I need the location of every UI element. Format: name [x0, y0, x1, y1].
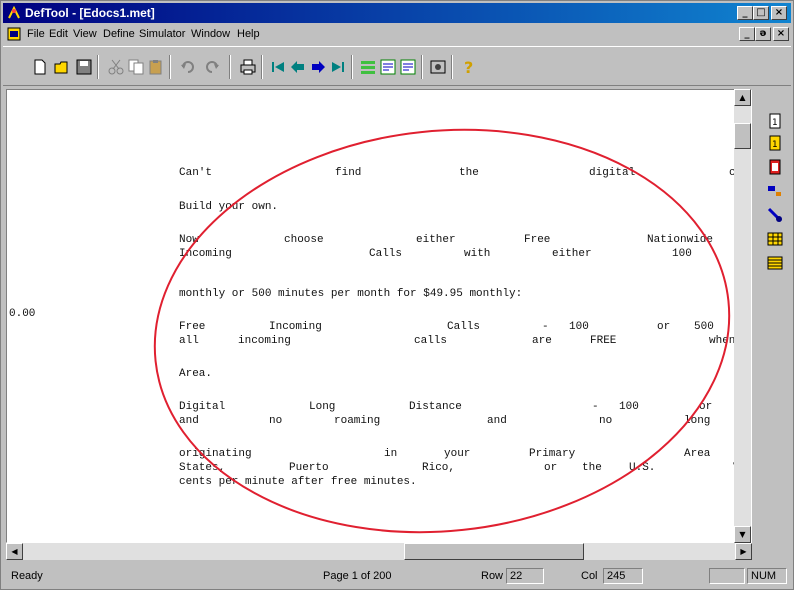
status-ready: Ready — [11, 570, 43, 582]
document-pane[interactable]: 0.00 Can't find the digital cal Build yo… — [6, 89, 752, 543]
connect-icon[interactable] — [767, 207, 783, 223]
toolbar-separator — [261, 55, 263, 79]
menu-simulator[interactable]: Simulator — [139, 28, 185, 40]
status-num: NUM — [747, 568, 787, 584]
print-icon[interactable] — [239, 58, 257, 76]
svg-text:1: 1 — [772, 118, 778, 128]
highlight-page-icon[interactable]: 1 — [767, 135, 783, 151]
toolbar-separator — [351, 55, 353, 79]
toolbar-separator — [169, 55, 171, 79]
page-icon[interactable]: 1 — [767, 113, 783, 129]
scroll-left-button[interactable]: ◀ — [6, 543, 23, 560]
vertical-scroll-thumb[interactable] — [734, 123, 751, 149]
maximize-button[interactable]: □ — [753, 6, 769, 20]
status-row: 22 — [506, 568, 544, 584]
vertical-scrollbar[interactable]: ▲ ▼ — [734, 89, 751, 543]
app-icon — [8, 6, 20, 19]
toolbar-separator — [451, 55, 453, 79]
close-button[interactable]: × — [771, 6, 787, 20]
prev-icon[interactable] — [289, 58, 307, 76]
new-icon[interactable] — [31, 58, 49, 76]
status-row-label: Row — [481, 570, 504, 582]
grid-icon[interactable] — [767, 255, 783, 271]
svg-text:?: ? — [464, 58, 473, 76]
toolbar-separator — [97, 55, 99, 79]
horizontal-scroll-thumb[interactable] — [404, 543, 584, 560]
application-window: DefTool - [Edocs1.met] _ □ × File Edit V… — [0, 0, 794, 590]
help-icon[interactable]: ? — [459, 58, 477, 76]
paste-icon[interactable] — [147, 58, 165, 76]
status-empty-panel — [709, 568, 745, 584]
save-icon[interactable] — [75, 58, 93, 76]
status-page: Page 1 of 200 — [323, 570, 392, 582]
menu-help[interactable]: Help — [237, 28, 260, 40]
doc-restore-button[interactable]: ǝ — [755, 27, 771, 41]
table-icon[interactable] — [767, 231, 783, 247]
image-icon[interactable] — [429, 58, 447, 76]
annotation-ellipse — [153, 128, 731, 534]
scroll-down-button[interactable]: ▼ — [734, 526, 751, 543]
menu-window[interactable]: Window — [191, 28, 230, 40]
find-next-icon[interactable] — [399, 58, 417, 76]
open-icon[interactable] — [53, 58, 71, 76]
toolbar-separator — [229, 55, 231, 79]
copy-icon[interactable] — [127, 58, 145, 76]
list-icon[interactable] — [359, 58, 377, 76]
status-col-label: Col — [581, 570, 598, 582]
window-title: DefTool - [Edocs1.met] — [25, 6, 155, 20]
status-col: 245 — [603, 568, 643, 584]
toolbar: ? — [3, 46, 791, 86]
minimize-button[interactable]: _ — [737, 6, 753, 20]
menu-define[interactable]: Define — [103, 28, 135, 40]
doc-minimize-button[interactable]: _ — [739, 27, 755, 41]
title-bar: DefTool - [Edocs1.met] _ □ × — [3, 3, 791, 23]
redo-icon[interactable] — [203, 58, 221, 76]
cut-icon[interactable] — [107, 58, 125, 76]
scroll-right-button[interactable]: ▶ — [735, 543, 752, 560]
toolbar-separator — [421, 55, 423, 79]
status-bar: Ready Page 1 of 200 Row 22 Col 245 NUM — [3, 564, 791, 588]
scroll-up-button[interactable]: ▲ — [734, 89, 751, 106]
menu-file[interactable]: File — [27, 28, 45, 40]
find-icon[interactable] — [379, 58, 397, 76]
menu-bar: File Edit View Define Simulator Window H… — [3, 24, 791, 44]
next-icon[interactable] — [309, 58, 327, 76]
undo-icon[interactable] — [179, 58, 197, 76]
side-toolbar: 1 1 — [757, 89, 793, 561]
menu-edit[interactable]: Edit — [49, 28, 68, 40]
red-page-icon[interactable] — [767, 159, 783, 175]
doc-close-button[interactable]: × — [773, 27, 789, 41]
svg-text:1: 1 — [772, 140, 778, 150]
document-icon[interactable] — [7, 27, 21, 41]
horizontal-scrollbar[interactable]: ◀ ▶ — [6, 543, 752, 560]
first-icon[interactable] — [269, 58, 287, 76]
link-icon[interactable] — [767, 183, 783, 199]
menu-view[interactable]: View — [73, 28, 97, 40]
last-icon[interactable] — [329, 58, 347, 76]
